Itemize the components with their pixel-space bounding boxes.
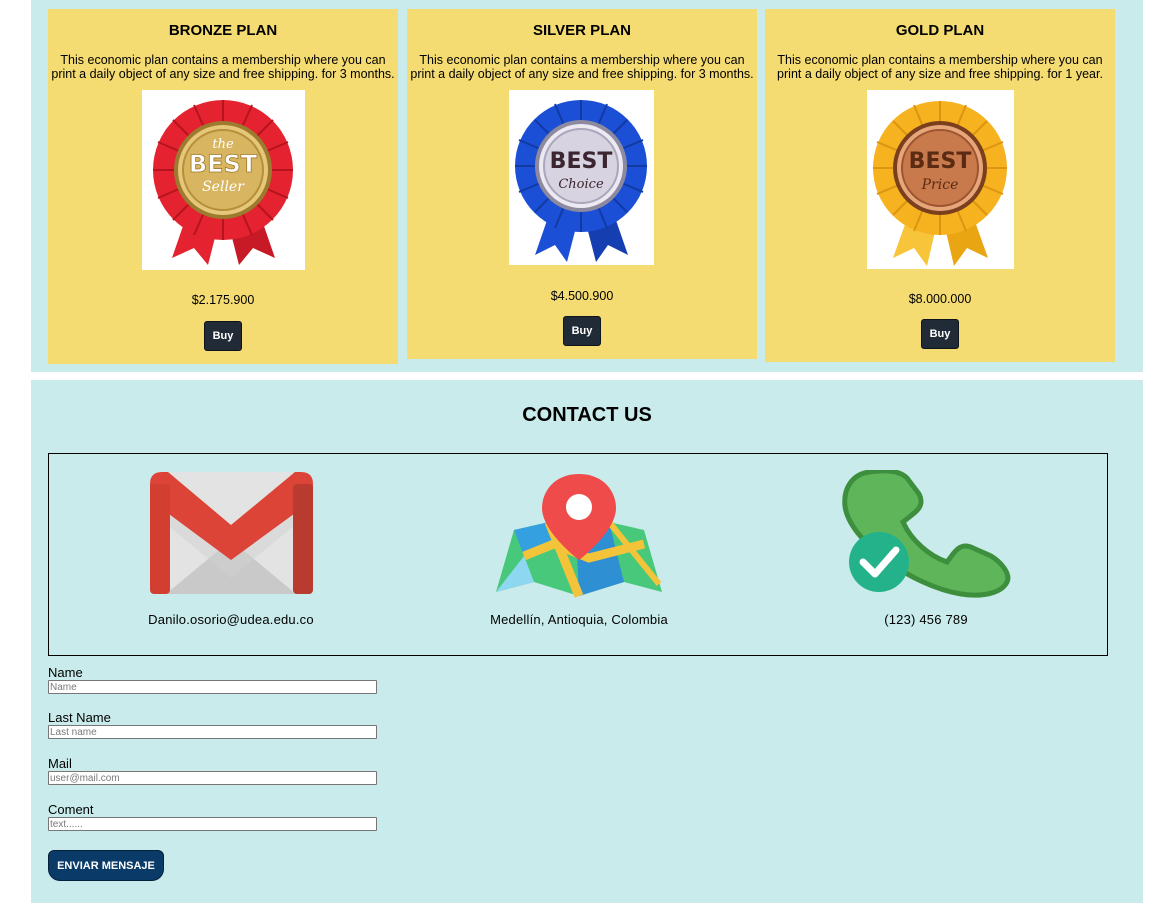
plan-title: GOLD PLAN: [895, 22, 985, 39]
svg-text:BEST: BEST: [189, 150, 258, 178]
plan-description: This economic plan contains a membership…: [410, 53, 754, 81]
contact-item-location: Medellín, Antioquia, Colombia: [429, 454, 729, 654]
contact-item-email: Danilo.osorio@udea.edu.co: [81, 454, 381, 654]
comment-input[interactable]: [48, 817, 377, 831]
contact-section: CONTACT US Danilo.osorio@udea.edu.co Med…: [31, 380, 1143, 903]
buy-button[interactable]: Buy: [563, 316, 601, 346]
plan-description: This economic plan contains a membership…: [777, 53, 1103, 81]
name-label: Name: [48, 665, 83, 680]
comment-label: Coment: [48, 802, 94, 817]
last-name-label: Last Name: [48, 710, 111, 725]
plan-card-silver: SILVER PLAN This economic plan contains …: [407, 9, 757, 359]
contact-title: CONTACT US: [522, 404, 652, 426]
form-field-mail: Mail: [48, 757, 377, 785]
plan-title: BRONZE PLAN: [168, 22, 278, 39]
form-field-name: Name: [48, 666, 377, 694]
contact-email-text: Danilo.osorio@udea.edu.co: [148, 612, 314, 627]
plan-title: SILVER PLAN: [532, 22, 632, 39]
mail-label: Mail: [48, 756, 72, 771]
contact-item-phone: (123) 456 789: [776, 454, 1076, 654]
gmail-icon: [150, 472, 313, 594]
svg-text:Choice: Choice: [558, 177, 604, 192]
plan-description: This economic plan contains a membership…: [51, 53, 395, 81]
buy-button[interactable]: Buy: [921, 319, 959, 349]
contact-phone-text: (123) 456 789: [884, 612, 968, 627]
plan-price: $4.500.900: [550, 289, 614, 303]
buy-button[interactable]: Buy: [204, 321, 242, 351]
best-choice-ribbon-icon: BEST Choice: [509, 90, 654, 265]
map-pin-icon: [496, 474, 662, 598]
svg-text:Price: Price: [921, 177, 959, 193]
svg-text:BEST: BEST: [550, 149, 613, 174]
phone-check-icon: [842, 470, 1011, 598]
contact-location-text: Medellín, Antioquia, Colombia: [490, 612, 668, 627]
best-seller-ribbon-icon: the BEST Seller: [142, 90, 305, 270]
plan-card-bronze: BRONZE PLAN This economic plan contains …: [48, 9, 398, 364]
last-name-input[interactable]: [48, 725, 377, 739]
form-field-comment: Coment: [48, 803, 377, 831]
mail-input[interactable]: [48, 771, 377, 785]
send-message-button[interactable]: ENVIAR MENSAJE: [48, 850, 164, 881]
name-input[interactable]: [48, 680, 377, 694]
svg-text:BEST: BEST: [909, 149, 972, 174]
contact-info-box: Danilo.osorio@udea.edu.co Medellín, Anti…: [48, 453, 1108, 656]
plan-price: $2.175.900: [191, 293, 255, 307]
best-price-ribbon-icon: BEST Price: [867, 90, 1014, 269]
plan-card-gold: GOLD PLAN This economic plan contains a …: [765, 9, 1115, 362]
plan-price: $8.000.000: [908, 292, 972, 306]
plans-section: BRONZE PLAN This economic plan contains …: [31, 0, 1143, 372]
form-field-last-name: Last Name: [48, 711, 377, 739]
svg-text:Seller: Seller: [202, 179, 245, 195]
